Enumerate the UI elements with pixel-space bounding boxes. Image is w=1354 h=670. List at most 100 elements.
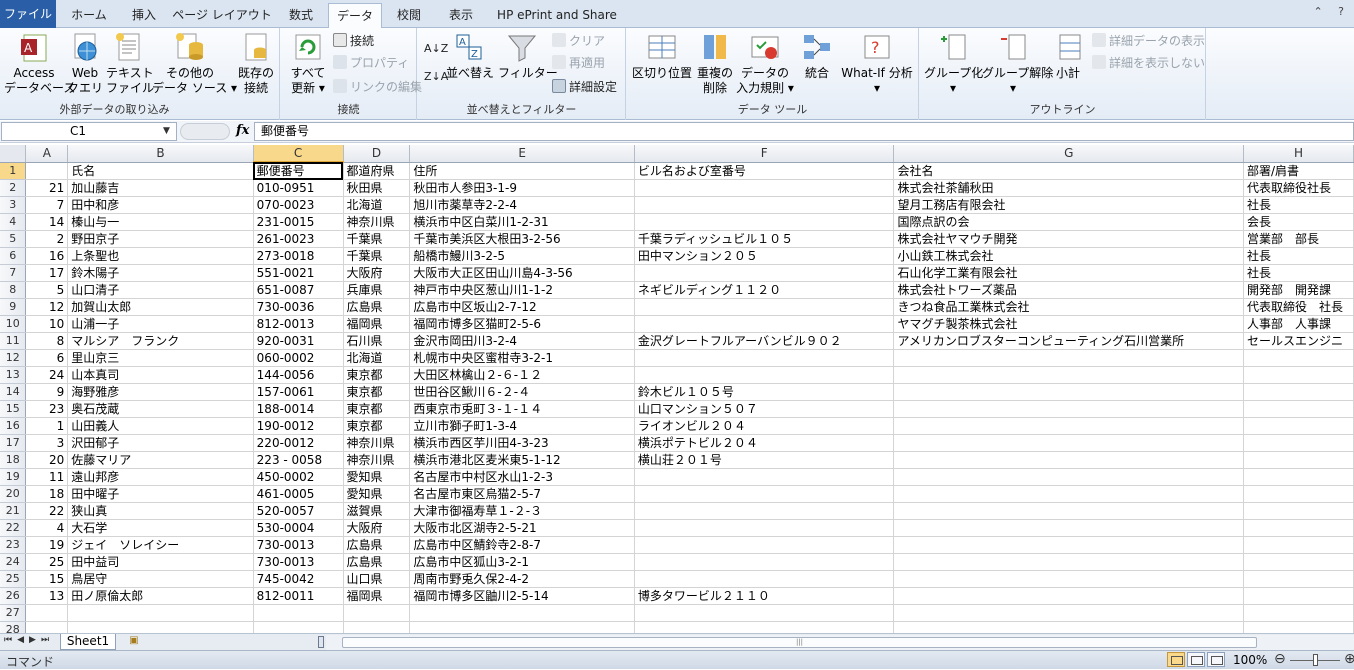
cell[interactable]: 広島県 <box>343 553 411 571</box>
cell[interactable]: 遠山邦彦 <box>67 468 254 486</box>
row-header[interactable]: 6 <box>0 247 27 265</box>
cell[interactable]: 144-0056 <box>253 366 344 384</box>
row-header[interactable]: 5 <box>0 230 27 248</box>
cell[interactable]: 東京都 <box>343 366 411 384</box>
cell[interactable] <box>1243 553 1354 571</box>
cell[interactable]: 代表取締役社長 <box>1243 179 1354 197</box>
cell[interactable] <box>893 519 1244 537</box>
cell[interactable]: 小山鉄工株式会社 <box>893 247 1244 265</box>
cell[interactable] <box>893 570 1244 588</box>
cell[interactable]: 千葉県 <box>343 230 411 248</box>
tab-file[interactable]: ファイル <box>0 0 56 28</box>
cell[interactable]: 福岡県 <box>343 315 411 333</box>
cell[interactable]: 博多タワービル２１１０ <box>634 587 895 605</box>
remove-duplicates-button[interactable]: 重複の 削除 <box>695 31 735 96</box>
cell[interactable]: マルシア フランク <box>67 332 254 350</box>
cell[interactable]: 8 <box>25 332 69 350</box>
cell[interactable]: 3 <box>25 434 69 452</box>
cell[interactable]: 千葉市美浜区大根田3-2-56 <box>409 230 635 248</box>
column-header[interactable]: D <box>343 145 411 163</box>
cell[interactable]: 730-0013 <box>253 536 344 554</box>
row-header[interactable]: 18 <box>0 451 27 469</box>
cell[interactable]: 西東京市兎町３-１-１４ <box>409 400 635 418</box>
cell[interactable]: 船橋市鰻川3-2-5 <box>409 247 635 265</box>
cell[interactable] <box>25 604 69 622</box>
cell[interactable]: 奥石茂蔵 <box>67 400 254 418</box>
cell[interactable]: 秋田県 <box>343 179 411 197</box>
cell[interactable]: 金沢グレートフルアーバンビル９０２ <box>634 332 895 350</box>
cell[interactable] <box>25 162 69 180</box>
text-file-button[interactable]: テキスト ファイル <box>106 31 154 96</box>
properties-button[interactable]: プロパティ <box>333 54 409 72</box>
cell[interactable]: 190-0012 <box>253 417 344 435</box>
cell[interactable]: 14 <box>25 213 69 231</box>
cell[interactable]: 秋田市人参田3-1-9 <box>409 179 635 197</box>
cell[interactable] <box>893 383 1244 401</box>
consolidate-button[interactable]: 統合 <box>799 31 835 81</box>
sheet-tab-sheet1[interactable]: Sheet1 <box>60 634 116 650</box>
cell[interactable]: 15 <box>25 570 69 588</box>
cell[interactable] <box>893 349 1244 367</box>
cell[interactable]: 神戸市中央区葱山川1-1-2 <box>409 281 635 299</box>
tab-formulas[interactable]: 数式 <box>274 3 328 28</box>
cell[interactable]: 千葉県 <box>343 247 411 265</box>
cell[interactable]: 812-0011 <box>253 587 344 605</box>
row-header[interactable]: 3 <box>0 196 27 214</box>
row-header[interactable]: 22 <box>0 519 27 537</box>
cell[interactable] <box>634 264 895 282</box>
cell[interactable]: ネギビルディング１１２０ <box>634 281 895 299</box>
cell[interactable]: 大石学 <box>67 519 254 537</box>
refresh-all-button[interactable]: すべて 更新 ▾ <box>287 31 329 96</box>
cell[interactable]: 福岡県 <box>343 587 411 605</box>
page-layout-view-icon[interactable] <box>1187 652 1205 667</box>
cell[interactable]: 2 <box>25 230 69 248</box>
column-header[interactable]: H <box>1243 145 1354 163</box>
cell[interactable]: 田中和彦 <box>67 196 254 214</box>
column-header[interactable]: C <box>253 145 344 163</box>
cell[interactable]: 代表取締役 社長 <box>1243 298 1354 316</box>
row-header[interactable]: 11 <box>0 332 27 350</box>
data-validation-button[interactable]: データの 入力規則 ▾ <box>735 31 795 96</box>
cell[interactable] <box>1243 451 1354 469</box>
clear-filter-button[interactable]: クリア <box>552 32 605 50</box>
cell[interactable] <box>634 179 895 197</box>
hide-detail-button[interactable]: 詳細を表示しない <box>1092 54 1205 72</box>
cell[interactable]: 人事部 人事課 <box>1243 315 1354 333</box>
cell[interactable]: ヤマグチ製茶株式会社 <box>893 315 1244 333</box>
page-break-view-icon[interactable] <box>1207 652 1225 667</box>
cell[interactable]: 鈴木ビル１０５号 <box>634 383 895 401</box>
row-header[interactable]: 21 <box>0 502 27 520</box>
column-header[interactable]: A <box>25 145 69 163</box>
cell[interactable]: 大津市御福寿草１-２-３ <box>409 502 635 520</box>
connections-button[interactable]: 接続 <box>333 32 374 50</box>
cell[interactable]: 261-0023 <box>253 230 344 248</box>
cell[interactable]: 田ノ原倫太郎 <box>67 587 254 605</box>
access-database-button[interactable]: A Access データベース <box>4 31 75 96</box>
cell[interactable]: 山本真司 <box>67 366 254 384</box>
zoom-slider-knob[interactable] <box>1313 654 1318 666</box>
show-detail-button[interactable]: 詳細データの表示 <box>1092 32 1205 50</box>
cell[interactable]: 世田谷区鰍川６-２-４ <box>409 383 635 401</box>
what-if-analysis-button[interactable]: ? What-If 分析 ▾ <box>839 31 915 96</box>
cell[interactable]: 大阪市大正区田山川島4-3-56 <box>409 264 635 282</box>
cell[interactable]: 山口清子 <box>67 281 254 299</box>
cell[interactable]: 730-0013 <box>253 553 344 571</box>
cell[interactable] <box>634 366 895 384</box>
cell[interactable]: 愛知県 <box>343 468 411 486</box>
cell[interactable]: 周南市野兎久保2-4-2 <box>409 570 635 588</box>
sheet-nav-arrows-icon[interactable]: ⏮◀▶⏭ <box>4 635 54 645</box>
cell[interactable]: 461-0005 <box>253 485 344 503</box>
cell[interactable] <box>634 196 895 214</box>
cell[interactable]: 会長 <box>1243 213 1354 231</box>
cell[interactable]: 千葉ラディッシュビル１０５ <box>634 230 895 248</box>
zoom-out-icon[interactable]: ⊖ <box>1274 651 1286 667</box>
row-header[interactable]: 28 <box>0 621 27 633</box>
cell[interactable]: 広島市中区坂山2-7-12 <box>409 298 635 316</box>
cell[interactable]: セールスエンジニ <box>1243 332 1354 350</box>
cell[interactable] <box>343 621 411 633</box>
row-header[interactable]: 19 <box>0 468 27 486</box>
cell[interactable]: 17 <box>25 264 69 282</box>
cell[interactable]: 田中益司 <box>67 553 254 571</box>
select-all-corner[interactable] <box>0 145 27 163</box>
row-header[interactable]: 14 <box>0 383 27 401</box>
